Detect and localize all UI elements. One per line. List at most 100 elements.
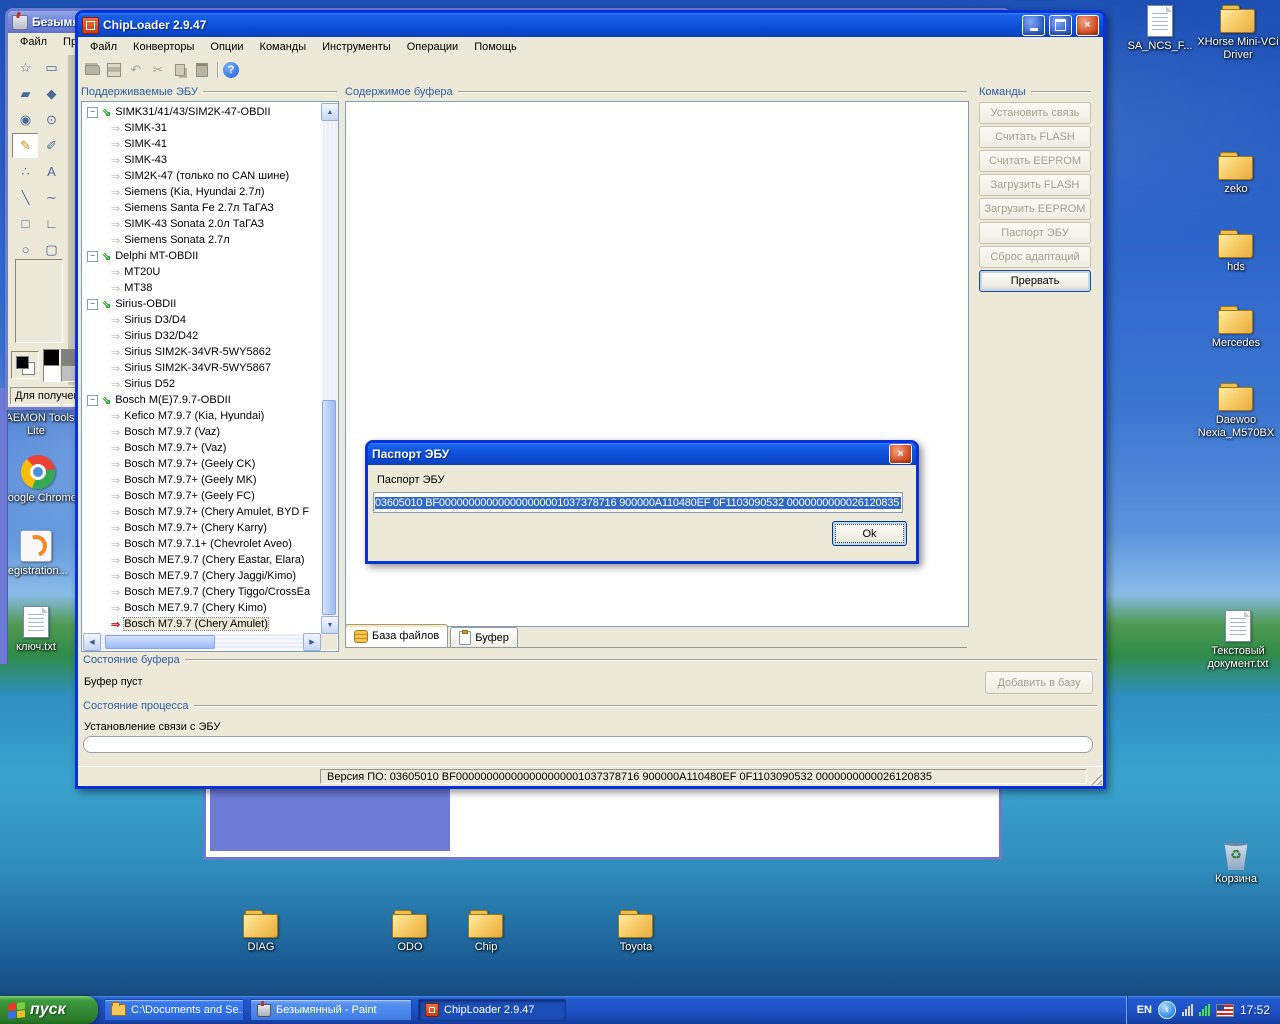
collapse-box-icon[interactable]: − — [87, 395, 98, 406]
command-button[interactable]: Сброс адаптаций — [979, 246, 1091, 268]
airbrush-tool-icon[interactable]: ∴ — [12, 159, 39, 184]
tree-item[interactable]: ⇒Sirius D32/D42 — [83, 328, 321, 344]
help-icon[interactable]: ? — [223, 62, 239, 78]
desktop-icon[interactable]: registration... — [0, 530, 80, 578]
tree-item[interactable]: ⇒Bosch ME7.9.7 (Chery Kimo) — [83, 600, 321, 616]
add-to-database-button[interactable]: Добавить в базу — [985, 671, 1093, 694]
desktop-icon[interactable]: ODO — [366, 910, 454, 954]
paint-menu-item[interactable]: Файл — [12, 35, 55, 49]
tree-item[interactable]: ⇒Sirius D52 — [83, 376, 321, 392]
copy-icon[interactable] — [170, 60, 190, 80]
command-button[interactable]: Загрузить FLASH — [979, 174, 1091, 196]
paste-icon[interactable] — [192, 60, 212, 80]
dialog-close-button[interactable]: × — [889, 444, 912, 464]
desktop-icon[interactable]: Текстовый документ.txt — [1194, 610, 1280, 671]
language-indicator[interactable]: EN — [1137, 1004, 1152, 1016]
select-tool-icon[interactable]: ▭ — [38, 55, 65, 80]
scroll-left-button[interactable]: ◀ — [83, 633, 101, 651]
horizontal-scroll-thumb[interactable] — [105, 635, 215, 649]
menu-item[interactable]: Помощь — [466, 39, 525, 55]
desktop-icon[interactable]: ♻Корзина — [1192, 840, 1280, 886]
free-select-tool-icon[interactable]: ☆ — [12, 55, 39, 80]
menu-item[interactable]: Операции — [399, 39, 466, 55]
desktop-icon[interactable]: ключ.txt — [0, 606, 80, 654]
tree-horizontal-scrollbar[interactable]: ◀ ▶ — [83, 634, 321, 650]
taskbar-task[interactable]: C:\Documents and Se... — [104, 999, 244, 1021]
tab-buffer[interactable]: Буфер — [450, 627, 518, 647]
command-button[interactable]: Прервать — [979, 270, 1091, 292]
signal-gray-icon[interactable] — [1182, 1004, 1193, 1016]
start-button[interactable]: пуск — [0, 996, 98, 1024]
scroll-down-button[interactable]: ▼ — [321, 616, 339, 634]
line-tool-icon[interactable]: ╲ — [12, 185, 39, 210]
scroll-right-button[interactable]: ▶ — [303, 633, 321, 651]
taskbar-task[interactable]: Безымянный - Paint — [250, 999, 412, 1021]
command-button[interactable]: Загрузить EEPROM — [979, 198, 1091, 220]
collapse-box-icon[interactable]: − — [87, 251, 98, 262]
tree-item[interactable]: ⇒Siemens Santa Fe 2.7л ТаГАЗ — [83, 200, 321, 216]
tree-item[interactable]: −⇘SIMK31/41/43/SIM2K-47-OBDII — [83, 104, 321, 120]
menu-item[interactable]: Команды — [252, 39, 315, 55]
tree-item[interactable]: ⇒Siemens (Kia, Hyundai 2.7л) — [83, 184, 321, 200]
tree-item[interactable]: ⇒Bosch ME7.9.7 (Chery Jaggi/Kimo) — [83, 568, 321, 584]
tree-item[interactable]: −⇘Sirius-OBDII — [83, 296, 321, 312]
curve-tool-icon[interactable]: ∼ — [38, 185, 65, 210]
palette-color[interactable] — [43, 349, 60, 366]
tree-item[interactable]: ⇒SIM2K-47 (только по CAN шине) — [83, 168, 321, 184]
tree-item[interactable]: ⇒Bosch M7.9.7.1+ (Chevrolet Aveo) — [83, 536, 321, 552]
chiploader-titlebar[interactable]: ChipLoader 2.9.47 × — [78, 13, 1103, 37]
desktop-icon[interactable]: Toyota — [592, 910, 680, 954]
desktop-icon[interactable]: Mercedes — [1192, 306, 1280, 350]
tree-item[interactable]: ⇒SIMK-31 — [83, 120, 321, 136]
tree-item[interactable]: ⇒Sirius SIM2K-34VR-5WY5867 — [83, 360, 321, 376]
tree-item[interactable]: ⇒SIMK-43 Sonata 2.0л ТаГАЗ — [83, 216, 321, 232]
vertical-scroll-thumb[interactable] — [322, 400, 336, 614]
desktop-icon[interactable]: zeko — [1192, 152, 1280, 196]
save-icon[interactable] — [104, 60, 124, 80]
tree-item[interactable]: ⇒Bosch ME7.9.7 (Chery Tiggo/CrossEa — [83, 584, 321, 600]
tree-item[interactable]: ⇒MT38 — [83, 280, 321, 296]
tree-item[interactable]: ⇒Bosch ME7.9.7 (Chery Eastar, Elara) — [83, 552, 321, 568]
dialog-titlebar[interactable]: Паспорт ЭБУ × — [368, 443, 916, 465]
flag-tray-icon[interactable] — [1216, 1004, 1234, 1017]
collapse-box-icon[interactable]: − — [87, 299, 98, 310]
palette-color[interactable] — [43, 365, 60, 382]
tree-item[interactable]: ⇒Bosch M7.9.7+ (Geely FC) — [83, 488, 321, 504]
tab-file-database[interactable]: База файлов — [345, 624, 448, 647]
menu-item[interactable]: Инструменты — [314, 39, 399, 55]
resize-grip[interactable] — [1089, 772, 1102, 785]
minimize-button[interactable] — [1022, 15, 1045, 36]
menu-item[interactable]: Конверторы — [125, 39, 202, 55]
tree-item[interactable]: ⇒Bosch M7.9.7 (Vaz) — [83, 424, 321, 440]
desktop-icon[interactable]: Daewoo Nexia_M570BX — [1192, 383, 1280, 440]
tree-item[interactable]: ⇒SIMK-43 — [83, 152, 321, 168]
polygon-tool-icon[interactable]: ∟ — [38, 211, 65, 236]
brush-tool-icon[interactable]: ✐ — [38, 133, 65, 158]
tree-item[interactable]: ⇒Sirius D3/D4 — [83, 312, 321, 328]
tree-item[interactable]: −⇘Delphi MT-OBDII — [83, 248, 321, 264]
fill-tool-icon[interactable]: ◆ — [38, 81, 65, 106]
scroll-up-button[interactable]: ▲ — [321, 103, 339, 121]
collapse-box-icon[interactable]: − — [87, 107, 98, 118]
maximize-button[interactable] — [1049, 15, 1072, 36]
tree-item[interactable]: ⇒Bosch M7.9.7+ (Geely CK) — [83, 456, 321, 472]
tree-item[interactable]: ⇒Sirius SIM2K-34VR-5WY5862 — [83, 344, 321, 360]
desktop-icon[interactable]: XHorse Mini-VCi Driver — [1194, 5, 1280, 62]
command-button[interactable]: Установить связь — [979, 102, 1091, 124]
signal-green-icon[interactable] — [1199, 1004, 1210, 1016]
tree-item[interactable]: ⇒Bosch M7.9.7+ (Chery Karry) — [83, 520, 321, 536]
desktop-icon[interactable]: SA_NCS_F... — [1116, 5, 1204, 53]
tree-item[interactable]: ⇒Bosch M7.9.7+ (Chery Amulet, BYD F — [83, 504, 321, 520]
hide-icons-chevron[interactable]: ‹ — [1158, 1001, 1176, 1019]
ok-button[interactable]: Ok — [832, 521, 907, 546]
text-tool-icon[interactable]: A — [38, 159, 65, 184]
desktop-icon[interactable]: hds — [1192, 230, 1280, 274]
cut-icon[interactable]: ✂ — [148, 60, 168, 80]
undo-icon[interactable]: ↶ — [126, 60, 146, 80]
taskbar-task[interactable]: ChipLoader 2.9.47 — [418, 999, 566, 1021]
command-button[interactable]: Паспорт ЭБУ — [979, 222, 1091, 244]
tree-item[interactable]: −⇘Bosch M(E)7.9.7-OBDII — [83, 392, 321, 408]
close-button[interactable]: × — [1076, 15, 1099, 36]
passport-value-input[interactable]: 03605010 BF00000000000000000000103737871… — [373, 492, 903, 513]
rectangle-tool-icon[interactable]: □ — [12, 211, 39, 236]
